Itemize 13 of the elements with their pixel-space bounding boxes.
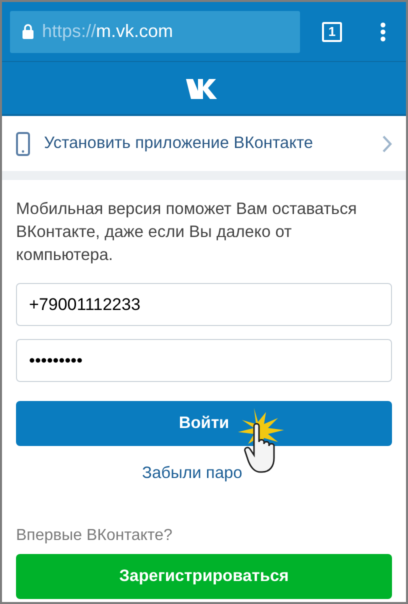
signup-prompt: Впервые ВКонтакте? — [16, 527, 174, 545]
password-field[interactable]: ••••••••• — [16, 339, 392, 382]
login-button[interactable]: Войти — [16, 401, 392, 446]
phone-field[interactable]: +79001112233 — [16, 283, 392, 326]
install-app-label: Установить приложение ВКонтакте — [44, 134, 314, 153]
menu-icon[interactable] — [380, 22, 386, 42]
tab-count-button[interactable]: 1 — [322, 22, 342, 42]
intro-text: Мобильная версия поможет Вам оставаться ВКонтакте, даже если Вы далеко от компьютера. — [16, 199, 358, 266]
forgot-password-link[interactable]: Забыли паро — [134, 464, 242, 483]
url-host: m.vk.com — [96, 21, 174, 42]
phone-icon — [16, 132, 30, 156]
url-scheme: https:// — [42, 21, 96, 42]
chevron-right-icon — [382, 134, 392, 152]
